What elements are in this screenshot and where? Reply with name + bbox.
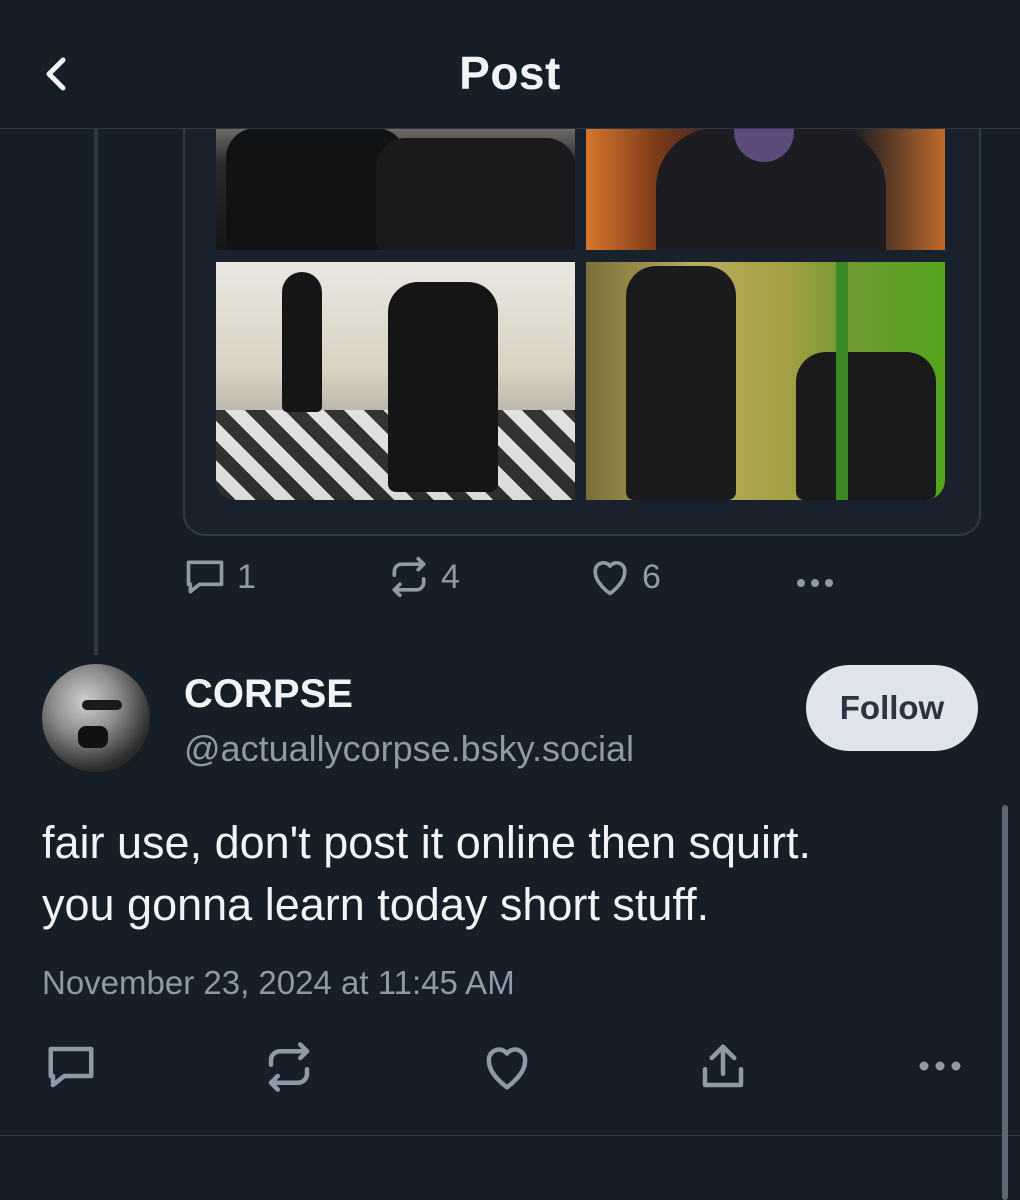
repost-count: 4 bbox=[441, 557, 460, 596]
reply-count: 1 bbox=[237, 557, 256, 596]
repost-icon bbox=[392, 556, 426, 598]
post-image-2[interactable] bbox=[586, 128, 945, 250]
avatar[interactable] bbox=[42, 664, 150, 772]
heart-icon bbox=[486, 1047, 528, 1090]
follow-button[interactable]: Follow bbox=[806, 665, 978, 751]
post-actions bbox=[0, 1040, 1020, 1100]
more-icon bbox=[919, 1061, 961, 1071]
post-text: fair use, don't post it online then squi… bbox=[42, 812, 982, 936]
parent-repost-button[interactable]: 4 bbox=[387, 555, 460, 599]
repost-icon bbox=[268, 1042, 310, 1092]
parent-reply-button[interactable]: 1 bbox=[183, 555, 256, 599]
page-title: Post bbox=[459, 47, 561, 99]
parent-more-button[interactable] bbox=[791, 563, 839, 603]
share-icon bbox=[702, 1044, 744, 1088]
heart-icon bbox=[593, 561, 627, 596]
parent-like-button[interactable]: 6 bbox=[588, 555, 661, 599]
like-count: 6 bbox=[642, 557, 661, 596]
thread-line bbox=[94, 128, 98, 655]
reply-icon bbox=[48, 1046, 94, 1088]
post-text-line-2: you gonna learn today short stuff. bbox=[42, 879, 710, 930]
reply-icon bbox=[186, 560, 224, 594]
post-text-line-1: fair use, don't post it online then squi… bbox=[42, 817, 812, 868]
author-display-name[interactable]: CORPSE bbox=[184, 672, 353, 717]
header: Post bbox=[0, 0, 1020, 129]
author-handle[interactable]: @actuallycorpse.bsky.social bbox=[184, 728, 634, 770]
divider bbox=[0, 1135, 1020, 1136]
reply-button[interactable] bbox=[44, 1040, 98, 1099]
post-image-1[interactable] bbox=[216, 128, 575, 250]
post-timestamp: November 23, 2024 at 11:45 AM bbox=[42, 964, 515, 1001]
more-icon bbox=[797, 579, 833, 587]
like-button[interactable] bbox=[480, 1040, 534, 1099]
post-image-4[interactable] bbox=[586, 262, 945, 500]
more-options-button[interactable] bbox=[914, 1044, 966, 1093]
parent-post-actions: 1 4 6 bbox=[183, 555, 883, 613]
post-image-3[interactable] bbox=[216, 262, 575, 500]
share-button[interactable] bbox=[696, 1040, 750, 1099]
repost-button[interactable] bbox=[262, 1040, 316, 1099]
scrollbar[interactable] bbox=[1002, 805, 1008, 1200]
